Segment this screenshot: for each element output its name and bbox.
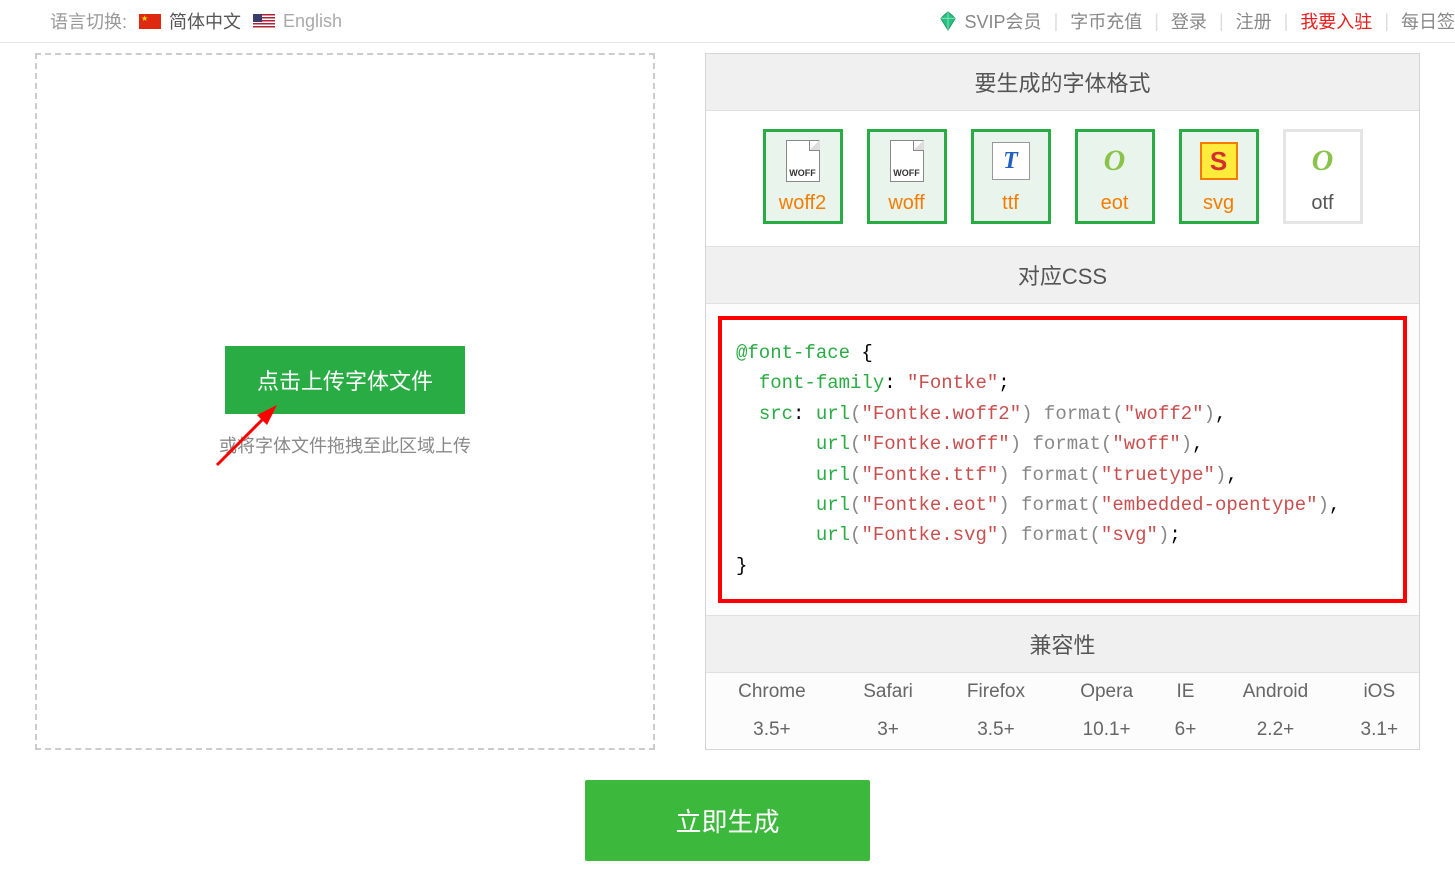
- compat-browser-cell: Opera: [1054, 673, 1160, 711]
- compat-version-cell: 3.1+: [1340, 711, 1419, 749]
- compat-browser-cell: Safari: [838, 673, 939, 711]
- svip-diamond-icon: [937, 10, 959, 32]
- flag-cn-icon: [139, 14, 161, 29]
- svip-link[interactable]: SVIP会员: [937, 8, 1042, 34]
- format-label: otf: [1311, 192, 1333, 215]
- ttf-icon: T: [992, 142, 1030, 180]
- compat-version-cell: 3.5+: [938, 711, 1053, 749]
- daily-checkin-link[interactable]: 每日签: [1401, 8, 1455, 34]
- top-nav-links: SVIP会员 | 字币充值 | 登录 | 注册 | 我要入驻 | 每日签: [937, 8, 1455, 34]
- compat-browser-cell: Chrome: [706, 673, 838, 711]
- svip-label: SVIP会员: [965, 8, 1042, 34]
- format-label: woff: [888, 192, 924, 215]
- annotation-arrow-icon: [207, 395, 287, 475]
- register-link[interactable]: 注册: [1236, 8, 1272, 34]
- format-option-woff[interactable]: WOFF woff: [867, 129, 947, 224]
- format-label: svg: [1203, 192, 1234, 215]
- upload-dropzone[interactable]: 点击上传字体文件 或将字体文件拖拽至此区域上传: [35, 53, 655, 750]
- top-nav-bar: 语言切换: 简体中文 English SVIP会员 | 字币充值 | 登录 | …: [0, 0, 1455, 43]
- format-option-otf[interactable]: Ootf: [1283, 129, 1363, 224]
- format-grid: WOFF woff2 WOFF woff Tttf Oeot Ssvg Ootf: [706, 111, 1419, 247]
- compat-version-cell: 10.1+: [1054, 711, 1160, 749]
- format-label: woff2: [779, 192, 826, 215]
- compat-version-cell: 2.2+: [1211, 711, 1339, 749]
- opentype-icon: O: [1305, 143, 1341, 179]
- format-label: ttf: [1002, 192, 1019, 215]
- generate-button[interactable]: 立即生成: [585, 780, 869, 861]
- compat-header: 兼容性: [706, 616, 1419, 673]
- compat-browser-cell: Firefox: [938, 673, 1053, 711]
- language-label: 语言切换:: [50, 8, 127, 34]
- recharge-link[interactable]: 字币充值: [1070, 8, 1142, 34]
- language-switcher: 语言切换: 简体中文 English: [0, 8, 342, 34]
- format-option-svg[interactable]: Ssvg: [1179, 129, 1259, 224]
- lang-english[interactable]: English: [253, 11, 342, 32]
- flag-us-icon: [253, 14, 275, 29]
- format-option-eot[interactable]: Oeot: [1075, 129, 1155, 224]
- file-icon: WOFF: [786, 140, 820, 182]
- lang-chinese[interactable]: 简体中文: [139, 8, 241, 34]
- login-link[interactable]: 登录: [1171, 8, 1207, 34]
- lang-english-label: English: [283, 11, 342, 32]
- file-icon: WOFF: [890, 140, 924, 182]
- join-link[interactable]: 我要入驻: [1300, 8, 1372, 34]
- output-panel: 要生成的字体格式 WOFF woff2 WOFF woff Tttf Oeot Ssvg Oo…: [705, 53, 1420, 750]
- opentype-icon: O: [1097, 143, 1133, 179]
- compatibility-section: 兼容性 ChromeSafariFirefoxOperaIEAndroidiOS…: [706, 615, 1419, 749]
- main-content: 点击上传字体文件 或将字体文件拖拽至此区域上传 要生成的字体格式 WOFF wof…: [0, 43, 1455, 750]
- format-option-ttf[interactable]: Tttf: [971, 129, 1051, 224]
- format-option-woff2[interactable]: WOFF woff2: [763, 129, 843, 224]
- compat-browser-cell: iOS: [1340, 673, 1419, 711]
- css-code-box: @font-face { font-family: "Fontke"; src:…: [718, 316, 1407, 603]
- compat-version-cell: 6+: [1160, 711, 1212, 749]
- format-label: eot: [1101, 192, 1129, 215]
- formats-header: 要生成的字体格式: [706, 54, 1419, 111]
- compat-table: ChromeSafariFirefoxOperaIEAndroidiOS 3.5…: [706, 673, 1419, 749]
- compat-version-cell: 3.5+: [706, 711, 838, 749]
- compat-browser-cell: IE: [1160, 673, 1212, 711]
- generate-bar: 立即生成: [0, 750, 1455, 871]
- compat-browser-cell: Android: [1211, 673, 1339, 711]
- lang-chinese-label: 简体中文: [169, 8, 241, 34]
- css-header: 对应CSS: [706, 247, 1419, 304]
- compat-version-cell: 3+: [838, 711, 939, 749]
- svg-icon: S: [1200, 142, 1238, 180]
